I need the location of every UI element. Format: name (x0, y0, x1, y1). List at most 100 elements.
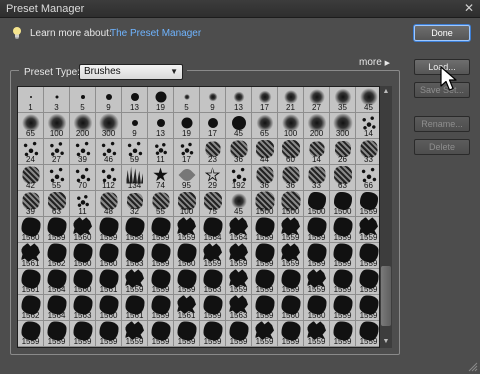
brush-preset-tile[interactable]: 200 (304, 113, 330, 139)
brush-preset-tile[interactable]: 1559 (148, 243, 174, 269)
brush-preset-tile[interactable]: 13 (122, 87, 148, 113)
brush-preset-tile[interactable]: 1559 (96, 321, 122, 347)
delete-button[interactable]: Delete (414, 139, 470, 155)
brush-preset-tile[interactable]: 11 (148, 139, 174, 165)
brush-preset-tile[interactable]: 1559 (148, 321, 174, 347)
brush-preset-tile[interactable]: 300 (330, 113, 356, 139)
brush-preset-tile[interactable]: 36 (252, 165, 278, 191)
brush-preset-tile[interactable]: 1560 (70, 269, 96, 295)
brush-preset-tile[interactable]: 17 (200, 113, 226, 139)
brush-preset-tile[interactable]: 1559 (148, 295, 174, 321)
brush-preset-tile[interactable]: 1559 (278, 269, 304, 295)
brush-preset-tile[interactable]: 27 (44, 139, 70, 165)
brush-preset-tile[interactable]: 1559 (44, 321, 70, 347)
brush-preset-tile[interactable]: 1563 (200, 269, 226, 295)
brush-preset-tile[interactable]: 1559 (226, 321, 252, 347)
brush-preset-tile[interactable]: 13 (148, 113, 174, 139)
brush-preset-tile[interactable]: 1559 (252, 217, 278, 243)
brush-preset-tile[interactable]: 1 (18, 87, 44, 113)
brush-preset-tile[interactable]: 1560 (278, 295, 304, 321)
brush-preset-tile[interactable]: 1559 (304, 217, 330, 243)
brush-preset-tile[interactable]: 1559 (252, 295, 278, 321)
brush-preset-tile[interactable]: 11 (70, 191, 96, 217)
brush-preset-tile[interactable]: 1559 (252, 321, 278, 347)
brush-preset-tile[interactable]: 60 (278, 139, 304, 165)
rename-button[interactable]: Rename... (414, 116, 470, 132)
preset-type-dropdown[interactable]: Brushes ▼ (79, 64, 183, 80)
brush-preset-tile[interactable]: 32 (122, 191, 148, 217)
brush-preset-tile[interactable]: 1561 (18, 269, 44, 295)
brush-preset-tile[interactable]: 1559 (252, 243, 278, 269)
brush-preset-tile[interactable]: 1560 (18, 217, 44, 243)
brush-preset-tile[interactable]: 13 (226, 87, 252, 113)
more-menu[interactable]: more ▶ (359, 57, 390, 68)
brush-preset-tile[interactable]: 1562 (18, 295, 44, 321)
brush-preset-tile[interactable]: 9 (96, 87, 122, 113)
brush-preset-tile[interactable]: 17 (252, 87, 278, 113)
done-button[interactable]: Done (414, 25, 470, 41)
brush-preset-tile[interactable]: 1560 (174, 243, 200, 269)
brush-preset-tile[interactable]: 39 (70, 139, 96, 165)
brush-preset-tile[interactable]: 1562 (44, 243, 70, 269)
brush-preset-tile[interactable]: 24 (18, 139, 44, 165)
brush-preset-tile[interactable]: 1559 (96, 217, 122, 243)
brush-preset-tile[interactable]: 100 (278, 113, 304, 139)
brush-preset-tile[interactable]: 1559 (304, 321, 330, 347)
brush-preset-tile[interactable]: 33 (304, 165, 330, 191)
brush-preset-tile[interactable]: 1500 (304, 191, 330, 217)
brush-preset-tile[interactable]: 1559 (278, 321, 304, 347)
brush-preset-tile[interactable]: 36 (278, 165, 304, 191)
brush-preset-tile[interactable]: 1559 (148, 269, 174, 295)
brush-preset-tile[interactable]: 200 (70, 113, 96, 139)
brush-preset-tile[interactable]: 44 (252, 139, 278, 165)
brush-preset-tile[interactable]: 63 (330, 165, 356, 191)
brush-preset-tile[interactable]: 74 (148, 165, 174, 191)
brush-preset-tile[interactable]: 1559 (174, 269, 200, 295)
brush-preset-tile[interactable]: 300 (96, 113, 122, 139)
brush-preset-tile[interactable]: 1559 (174, 321, 200, 347)
brush-preset-tile[interactable]: 3 (44, 87, 70, 113)
brush-preset-tile[interactable]: 1559 (200, 243, 226, 269)
brush-preset-tile[interactable]: 23 (200, 139, 226, 165)
brush-preset-tile[interactable]: 95 (174, 165, 200, 191)
brush-preset-tile[interactable]: 29 (200, 165, 226, 191)
brush-preset-tile[interactable]: 1559 (330, 295, 356, 321)
brush-preset-tile[interactable]: 1560 (70, 217, 96, 243)
brush-preset-tile[interactable]: 39 (18, 191, 44, 217)
brush-preset-tile[interactable]: 1559 (330, 269, 356, 295)
brush-preset-tile[interactable]: 1559 (304, 269, 330, 295)
save-set-button[interactable]: Save Set... (414, 82, 470, 98)
brush-preset-tile[interactable]: 1559 (278, 217, 304, 243)
brush-preset-tile[interactable]: 5 (70, 87, 96, 113)
brush-preset-tile[interactable]: 1559 (226, 243, 252, 269)
brush-preset-tile[interactable]: 1560 (70, 243, 96, 269)
brush-preset-tile[interactable]: 21 (278, 87, 304, 113)
brush-preset-tile[interactable]: 19 (174, 113, 200, 139)
brush-preset-tile[interactable]: 1564 (226, 217, 252, 243)
brush-preset-tile[interactable]: 1559 (122, 321, 148, 347)
brush-preset-tile[interactable]: 192 (226, 165, 252, 191)
brush-preset-tile[interactable]: 1559 (200, 295, 226, 321)
brush-preset-tile[interactable]: 45 (226, 191, 252, 217)
brush-preset-tile[interactable]: 45 (226, 113, 252, 139)
brush-preset-tile[interactable]: 1559 (226, 269, 252, 295)
brush-preset-tile[interactable]: 1559 (330, 243, 356, 269)
brush-preset-tile[interactable]: 19 (148, 87, 174, 113)
brush-preset-tile[interactable]: 1559 (148, 217, 174, 243)
brush-preset-tile[interactable]: 1560 (96, 295, 122, 321)
brush-preset-tile[interactable]: 42 (18, 165, 44, 191)
learn-more-link[interactable]: The Preset Manager (110, 28, 201, 39)
brush-preset-tile[interactable]: 75 (200, 191, 226, 217)
brush-preset-tile[interactable]: 27 (304, 87, 330, 113)
scroll-down-arrow[interactable]: ▼ (381, 337, 391, 347)
brush-preset-tile[interactable]: 134 (122, 165, 148, 191)
brush-preset-tile[interactable]: 55 (44, 165, 70, 191)
brush-preset-tile[interactable]: 26 (330, 139, 356, 165)
brush-preset-tile[interactable]: 48 (96, 191, 122, 217)
brush-preset-tile[interactable]: 9 (122, 113, 148, 139)
brush-preset-tile[interactable]: 100 (174, 191, 200, 217)
brush-preset-tile[interactable]: 1559 (304, 243, 330, 269)
brush-preset-tile[interactable]: 1559 (330, 217, 356, 243)
brush-preset-tile[interactable]: 5 (174, 87, 200, 113)
scroll-up-arrow[interactable]: ▲ (381, 87, 391, 97)
